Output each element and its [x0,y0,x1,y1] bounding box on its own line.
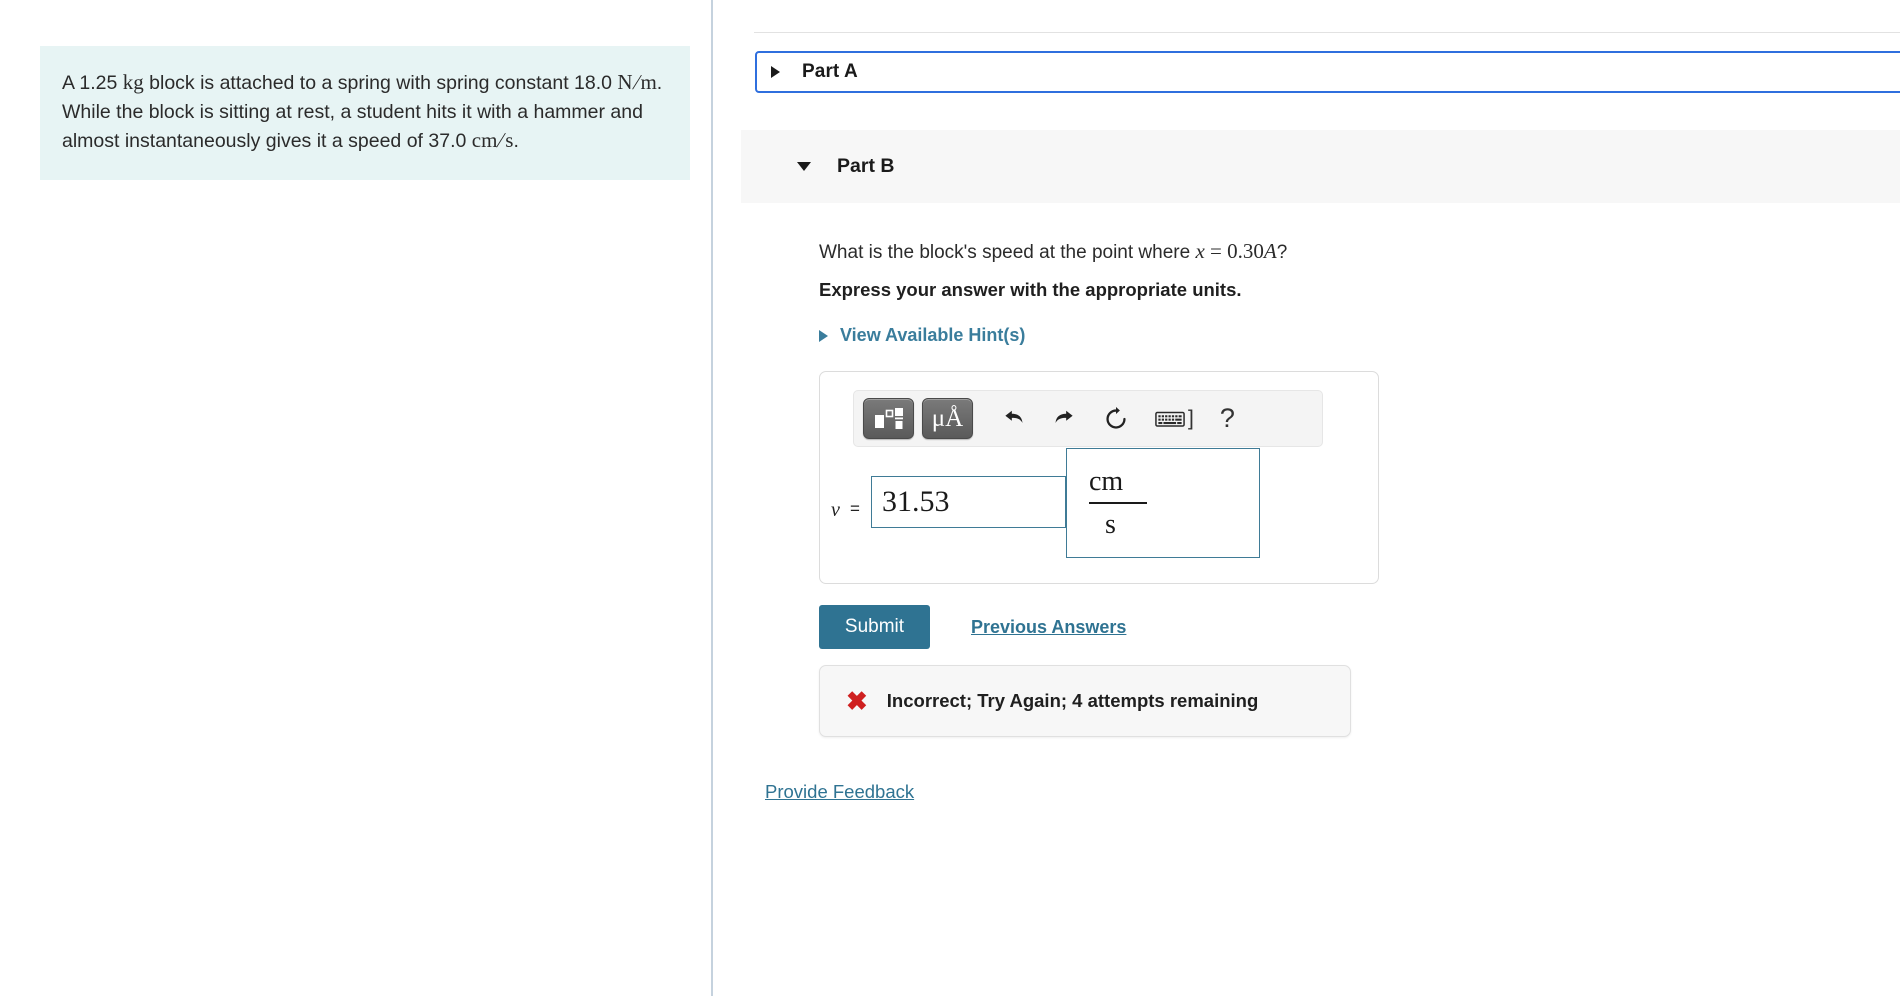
red-x-icon: ✖ [846,686,868,716]
math-toolbar: μÅ] ? [853,390,1323,447]
help-icon[interactable]: ? [1220,403,1235,434]
question-math-value: 0.30 [1227,239,1264,263]
question-math-equals: = [1204,239,1228,263]
problem-statement-box: A 1.25 kg block is attached to a spring … [40,46,690,180]
undo-icon[interactable] [1001,406,1026,431]
answer-instruction: Express your answer with the appropriate… [819,279,1242,300]
units-numerator: cm [1089,465,1124,497]
submit-row: Submit Previous Answers [819,605,1126,649]
view-hints-label: View Available Hint(s) [840,325,1026,345]
problem-line4-prefix: 37.0 [428,130,472,152]
problem-unit-newton-per-meter: N / m [617,68,656,97]
answer-variable-label: v [831,499,840,521]
help-label: ? [1219,403,1235,433]
feedback-message: Incorrect; Try Again; 4 attempts remaini… [886,690,1259,711]
part-b-label: Part B [837,155,895,177]
keyboard-bracket: ] [1188,406,1194,430]
triangle-down-icon [797,162,811,171]
feedback-banner: ✖ Incorrect; Try Again; 4 attempts remai… [819,665,1351,737]
answer-equals-sign: = [850,499,860,518]
problem-unit-cm-per-s: cm / s [472,126,514,155]
units-button-label: μÅ [931,405,964,432]
question-math-x: x [1195,239,1205,263]
problem-line2-prefix: 18.0 [574,72,618,94]
answer-entry-card: μÅ] ? v = 31.53 cm s [819,371,1379,584]
answer-panel: Part A Part B What is the block's speed … [713,0,1900,996]
redo-icon[interactable] [1052,406,1077,431]
part-a-label: Part A [802,61,858,82]
template-button[interactable] [863,398,914,439]
triangle-right-icon [819,329,828,342]
part-b-header[interactable]: Part B [741,130,1900,203]
answer-input-row: v = 31.53 cm s [820,448,1380,572]
unit-meter: m [640,70,657,94]
part-a-header[interactable]: Part A [755,51,1900,93]
question-suffix: ? [1276,242,1288,263]
view-hints-link[interactable]: View Available Hint(s) [819,325,1025,346]
unit-cm: cm [471,128,498,152]
problem-statement-text: A 1.25 kg block is attached to a spring … [62,68,666,156]
page-root: A 1.25 kg block is attached to a spring … [0,0,1900,996]
problem-line1-suffix: block is attached to a spring with sprin… [143,72,569,94]
question-prefix: What is the block's speed at the point w… [819,242,1196,263]
question-text: What is the block's speed at the point w… [819,239,1287,264]
reset-icon[interactable] [1103,406,1129,432]
units-denominator: s [1105,508,1116,540]
answer-value-input[interactable]: 31.53 [871,476,1066,528]
previous-answers-link[interactable]: Previous Answers [971,617,1126,638]
question-math-amplitude: A [1263,239,1277,263]
problem-unit-kg: kg [122,70,144,94]
units-button[interactable]: μÅ [922,398,973,439]
fraction-bar-icon [1089,502,1147,504]
problem-line1-prefix: A 1.25 [62,72,123,94]
submit-button[interactable]: Submit [819,605,930,649]
problem-line4-suffix: . [513,130,519,152]
triangle-right-icon [771,66,780,78]
top-divider [754,32,1900,33]
keyboard-icon[interactable]: ] [1155,407,1194,431]
answer-units-input[interactable]: cm s [1066,448,1260,558]
problem-panel: A 1.25 kg block is attached to a spring … [0,0,711,996]
provide-feedback-link[interactable]: Provide Feedback [765,781,914,803]
